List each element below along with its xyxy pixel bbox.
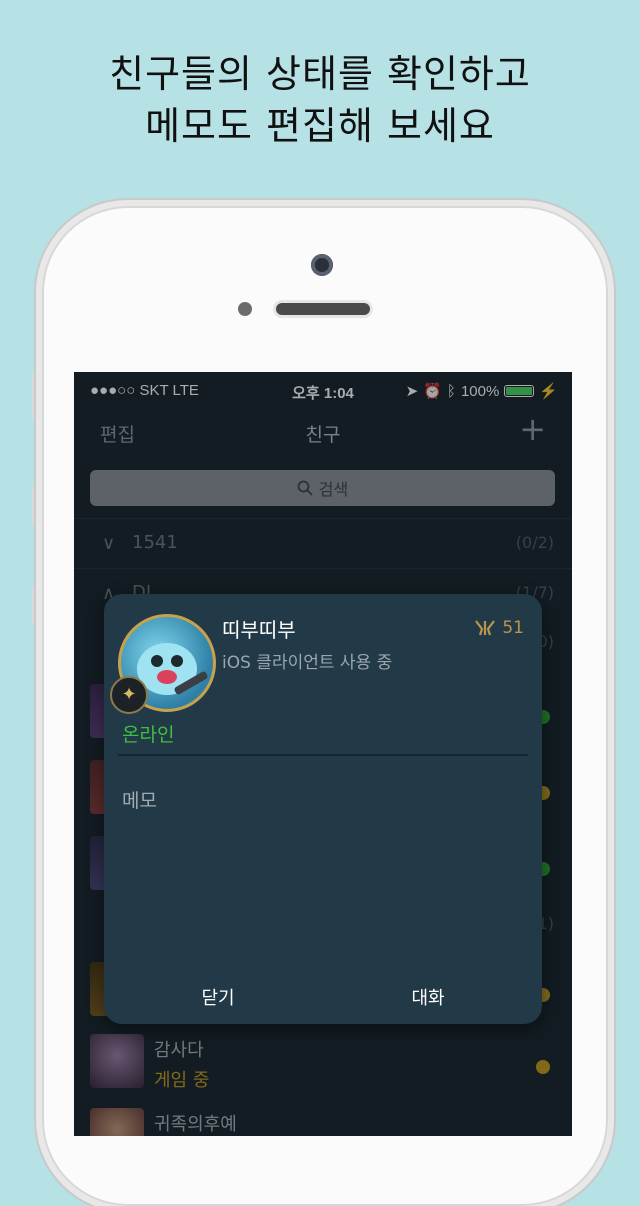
- headline: 친구들의 상태를 확인하고 메모도 편집해 보세요: [0, 48, 640, 152]
- proximity-sensor: [238, 302, 252, 316]
- earpiece-speaker: [276, 303, 370, 315]
- chat-button[interactable]: 대화: [358, 984, 498, 1010]
- level-value: 51: [502, 618, 524, 638]
- headline-line-2: 메모도 편집해 보세요: [145, 104, 495, 148]
- rank-badge-icon: ✦: [110, 676, 148, 714]
- memo-field[interactable]: 메모: [122, 786, 157, 813]
- headline-line-1: 친구들의 상태를 확인하고: [109, 52, 531, 96]
- volume-up-button: [32, 486, 40, 526]
- volume-down-button: [32, 586, 40, 626]
- close-button[interactable]: 닫기: [148, 984, 288, 1010]
- divider: [118, 754, 528, 756]
- client-status: iOS 클라이언트 사용 중: [222, 653, 393, 673]
- front-camera: [311, 254, 333, 276]
- laurel-icon: [475, 620, 496, 636]
- level: 51: [474, 618, 524, 638]
- mute-switch: [32, 372, 40, 420]
- online-status: 온라인: [122, 724, 175, 746]
- friend-detail-modal: ✦ 띠부띠부 iOS 클라이언트 사용 중 51 온라인 메모 닫기 대화: [104, 594, 542, 1024]
- friend-name: 띠부띠부: [222, 618, 296, 642]
